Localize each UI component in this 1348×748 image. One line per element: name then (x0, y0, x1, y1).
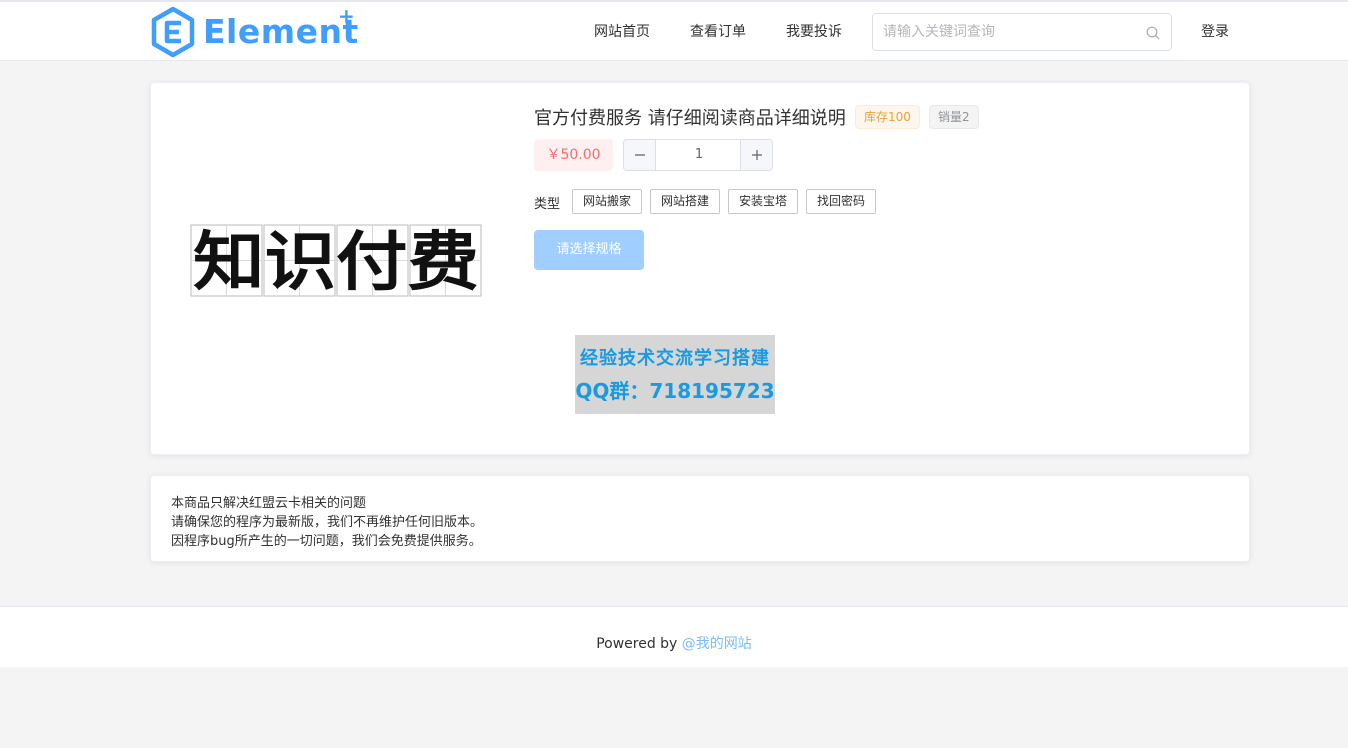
product-title: 官方付费服务 请仔细阅读商品详细说明 (534, 108, 846, 129)
quantity-stepper: 1 (623, 139, 773, 171)
nav-orders[interactable]: 查看订单 (690, 21, 746, 41)
site-link[interactable]: @我的网站 (682, 636, 752, 652)
site-logo[interactable]: Element + (150, 4, 360, 58)
product-image-text: 知识付费 (193, 225, 479, 298)
description-line: 请确保您的程序为最新版，我们不再维护任何旧版本。 (171, 515, 484, 530)
description-line: 本商品只解决红盟云卡相关的问题 (171, 496, 367, 511)
footer: Powered by @我的网站 (0, 606, 1348, 667)
search-box (872, 13, 1172, 51)
stock-badge: 库存100 (855, 105, 920, 129)
logo-text: Element (203, 12, 359, 51)
search-input[interactable] (883, 22, 1133, 42)
sales-badge: 销量2 (929, 105, 979, 129)
select-spec-button[interactable]: 请选择规格 (534, 230, 644, 270)
plus-icon (751, 150, 762, 160)
description-card: 本商品只解决红盟云卡相关的问题 请确保您的程序为最新版，我们不再维护任何旧版本。… (150, 475, 1250, 562)
decrease-button[interactable] (624, 140, 656, 170)
promo-line-2: QQ群：718195723 (575, 379, 775, 403)
search-icon[interactable] (1146, 25, 1160, 44)
powered-by-label: Powered by (596, 636, 678, 652)
description-line: 因程序bug所产生的一切问题，我们会免费提供服务。 (171, 534, 482, 549)
type-option-recover[interactable]: 找回密码 (806, 189, 877, 214)
type-option-install[interactable]: 安装宝塔 (728, 189, 799, 214)
type-option-migrate[interactable]: 网站搬家 (572, 189, 643, 214)
logo-plus: + (338, 4, 355, 28)
increase-button[interactable] (740, 140, 772, 170)
minus-icon (634, 154, 645, 156)
product-image: 知识付费 (190, 224, 483, 300)
logo-hexagon-icon (151, 6, 195, 58)
footer-text: Powered by @我的网站 (0, 633, 1348, 653)
promo-line-1: 经验技术交流学习搭建 (580, 348, 770, 369)
price-tag: ￥50.00 (534, 139, 613, 171)
type-label: 类型 (534, 197, 561, 212)
type-option-build[interactable]: 网站搭建 (650, 189, 721, 214)
promo-banner: 经验技术交流学习搭建 QQ群：718195723 (575, 335, 775, 414)
top-header: Element + 网站首页 查看订单 我要投诉 登录 (0, 0, 1348, 61)
login-link[interactable]: 登录 (1201, 21, 1229, 41)
nav-complaint[interactable]: 我要投诉 (786, 21, 842, 41)
quantity-input[interactable]: 1 (657, 140, 741, 170)
product-card: 知识付费 官方付费服务 请仔细阅读商品详细说明 库存100 销量2 ￥50.00… (150, 82, 1250, 455)
nav-home[interactable]: 网站首页 (594, 21, 650, 41)
